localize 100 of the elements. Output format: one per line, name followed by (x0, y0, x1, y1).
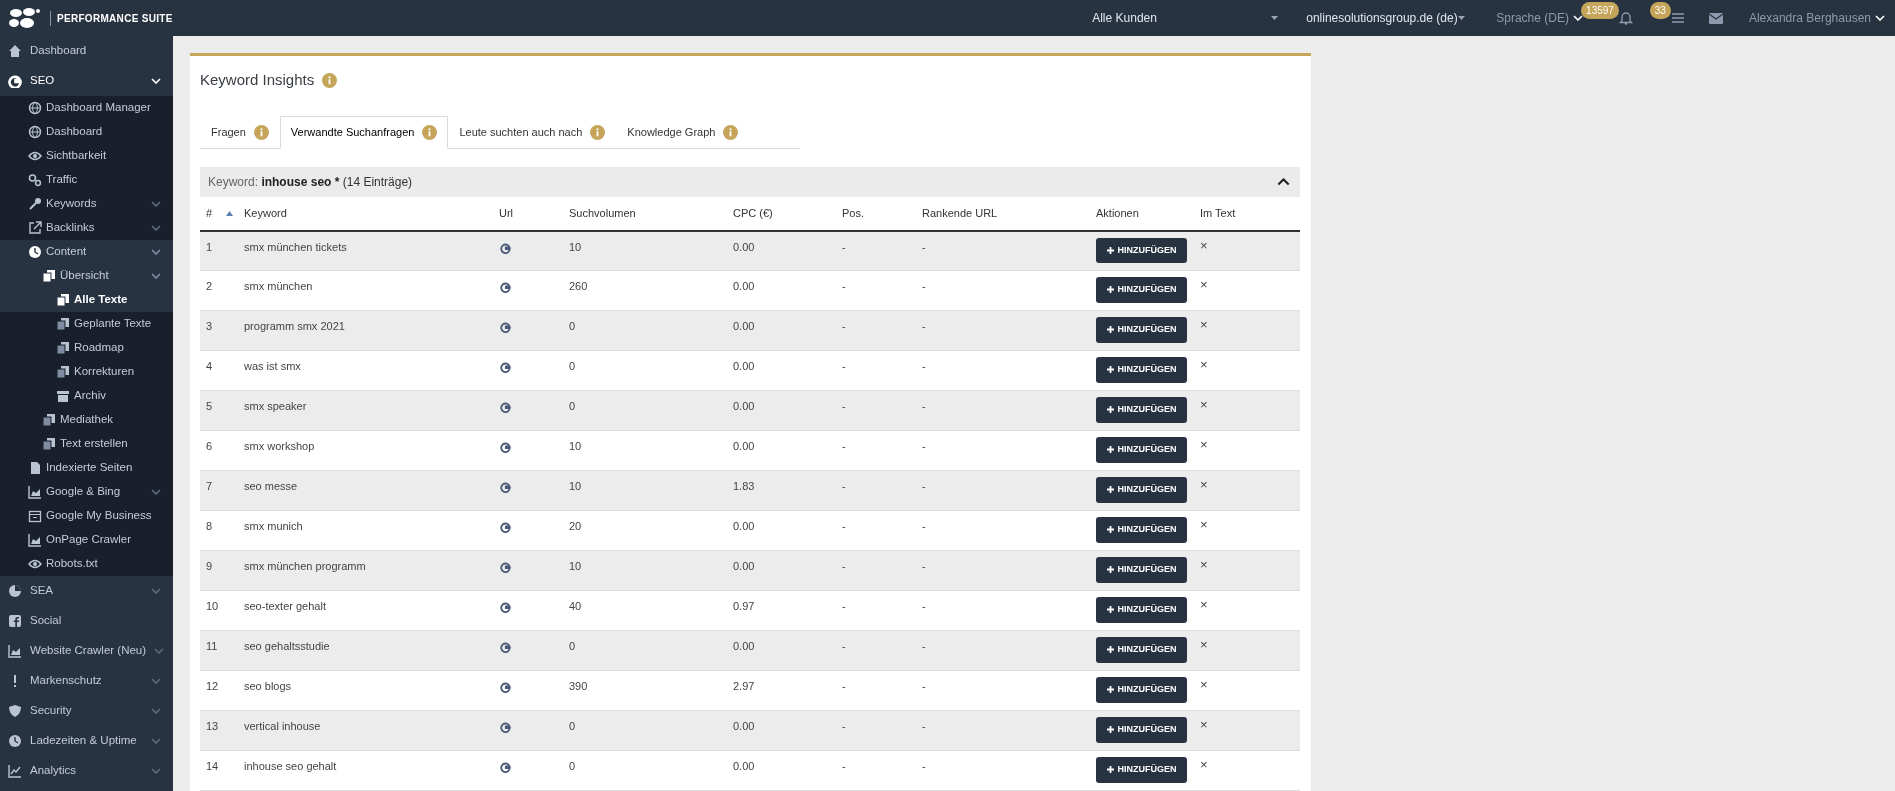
table-cell: smx münchen programm (244, 560, 366, 572)
row-number: 9 (206, 560, 213, 572)
chevron-down-icon (151, 708, 161, 714)
dropdown[interactable]: Alle Kunden (1092, 9, 1279, 27)
g-letter-icon (500, 402, 511, 414)
key-icon (28, 197, 42, 211)
sidebar-item[interactable]: Backlinks (0, 216, 173, 240)
sidebar-item[interactable]: Content (0, 240, 173, 264)
sidebar-item[interactable]: Dashboard Manager (0, 96, 173, 120)
column-header: CPC (€) (733, 206, 773, 219)
plus-icon (1106, 406, 1114, 414)
envelope-icon[interactable] (1708, 12, 1723, 24)
sidebar-item[interactable]: Google My Business (0, 504, 173, 528)
plus-icon (1106, 326, 1114, 334)
add-button[interactable]: HINZUFÜGEN (1096, 757, 1187, 783)
sidebar-item[interactable]: Übersicht (0, 264, 173, 288)
table-cell: - (922, 440, 926, 452)
table-cell: - (922, 280, 926, 292)
add-button[interactable]: HINZUFÜGEN (1096, 517, 1187, 543)
add-button[interactable]: HINZUFÜGEN (1096, 557, 1187, 583)
row-number: 4 (206, 360, 213, 372)
tab[interactable]: Knowledge Graph (616, 116, 750, 149)
clock-icon (28, 245, 42, 259)
table-cell: 0 (569, 360, 576, 372)
add-button[interactable]: HINZUFÜGEN (1096, 437, 1187, 463)
caret-icon (1271, 16, 1279, 20)
eye-icon (28, 149, 42, 163)
sidebar-item[interactable]: Website Crawler (Neu) (0, 636, 173, 666)
sidebar-item[interactable]: Security (0, 696, 173, 726)
sidebar-item[interactable]: Alle Texte (0, 288, 173, 312)
table-cell: 0.00 (733, 240, 755, 253)
column-header[interactable]: # (206, 206, 213, 219)
sidebar-item[interactable]: Social (0, 606, 173, 636)
chevron-up-icon[interactable] (1277, 177, 1290, 186)
list-icon[interactable] (1670, 11, 1685, 26)
table-cell: smx workshop (244, 440, 315, 452)
add-button[interactable]: HINZUFÜGEN (1096, 397, 1187, 423)
copy-icon (56, 341, 70, 355)
sidebar-item[interactable]: Google & Bing (0, 480, 173, 504)
tab[interactable]: Fragen (200, 116, 280, 149)
sidebar-item[interactable]: Roadmap (0, 336, 173, 360)
logo-icon (8, 7, 42, 29)
g-letter-icon (500, 442, 511, 454)
sidebar-item[interactable]: Archiv (0, 384, 173, 408)
shield-icon (8, 704, 22, 718)
add-button[interactable]: HINZUFÜGEN (1096, 637, 1187, 663)
table-cell: - (922, 240, 926, 253)
g-letter-icon (500, 682, 511, 694)
table-cell: - (922, 400, 926, 412)
sidebar-item[interactable]: Korrekturen (0, 360, 173, 384)
add-button[interactable]: HINZUFÜGEN (1096, 357, 1187, 383)
g-letter-icon (500, 242, 511, 254)
add-button[interactable]: HINZUFÜGEN (1096, 317, 1187, 343)
home-icon (8, 44, 22, 58)
sort-up-icon[interactable] (226, 210, 234, 216)
sidebar-item[interactable]: Robots.txt (0, 552, 173, 576)
sidebar-item[interactable]: SEO (0, 66, 173, 96)
info-icon (322, 72, 338, 88)
sidebar-item[interactable]: Ladezeiten & Uptime (0, 726, 173, 756)
add-button[interactable]: HINZUFÜGEN (1096, 677, 1187, 703)
sidebar-item[interactable]: Dashboard (0, 120, 173, 144)
add-button[interactable]: HINZUFÜGEN (1096, 277, 1187, 303)
g-letter-icon (500, 282, 511, 294)
row-number: 11 (206, 640, 218, 652)
plus-icon (1106, 686, 1114, 694)
add-button[interactable]: HINZUFÜGEN (1096, 717, 1187, 743)
sidebar-item[interactable]: Dashboard (0, 36, 173, 66)
sidebar-item[interactable]: Mediathek (0, 408, 173, 432)
add-button[interactable]: HINZUFÜGEN (1096, 237, 1187, 263)
table-cell: 2.97 (733, 680, 755, 692)
sidebar-item[interactable]: Text erstellen (0, 432, 173, 456)
user-menu[interactable]: Alexandra Berghausen (1748, 9, 1885, 27)
plus-icon (1106, 286, 1114, 294)
bell-icon[interactable] (1618, 11, 1633, 26)
archive-icon (56, 389, 70, 403)
sidebar-item[interactable]: Traffic (0, 168, 173, 192)
table-cell: 20 (569, 520, 582, 532)
area-chart-icon (28, 533, 42, 547)
sidebar-item[interactable]: OnPage Crawler (0, 528, 173, 552)
table-cell: - (842, 480, 846, 492)
add-button[interactable]: HINZUFÜGEN (1096, 597, 1187, 623)
globe-icon (28, 101, 42, 115)
sidebar-item[interactable]: Keywords (0, 192, 173, 216)
sidebar-item[interactable]: Sichtbarkeit (0, 144, 173, 168)
sidebar-item[interactable]: Analytics (0, 756, 173, 786)
dropdown[interactable]: onlinesolutionsgroup.de (de) (1306, 9, 1466, 27)
tab[interactable]: Leute suchten auch nach (448, 116, 617, 149)
area-chart-icon (8, 644, 22, 658)
add-button[interactable]: HINZUFÜGEN (1096, 477, 1187, 503)
row-number: 8 (206, 520, 213, 532)
sidebar-item[interactable]: Indexierte Seiten (0, 456, 173, 480)
globe-icon (28, 125, 42, 139)
sidebar-item[interactable]: Geplante Texte (0, 312, 173, 336)
status-mark: × (1200, 477, 1208, 492)
sidebar-item[interactable]: Markenschutz (0, 666, 173, 696)
table-cell: inhouse seo gehalt (244, 760, 337, 772)
tab[interactable]: Verwandte Suchanfragen (279, 116, 449, 149)
table-cell: 0.00 (733, 760, 755, 772)
language-dropdown[interactable]: Sprache (DE) (1496, 9, 1583, 27)
sidebar-item[interactable]: SEA (0, 576, 173, 606)
